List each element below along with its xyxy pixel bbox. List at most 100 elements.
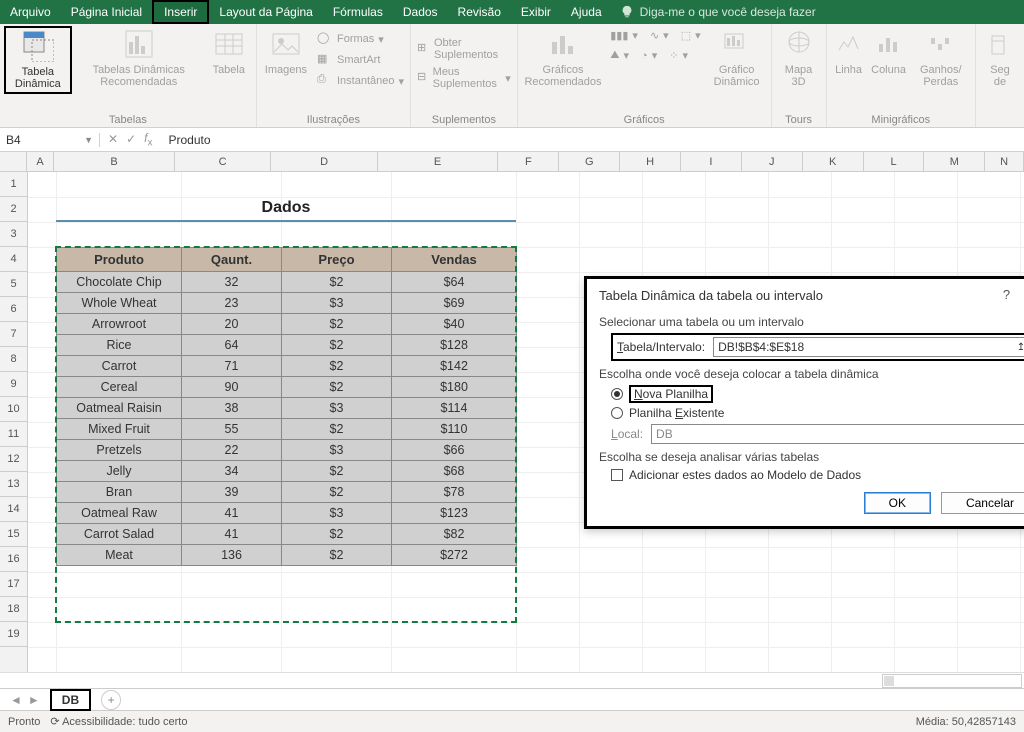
hierarchy-icon: ⬚ [681,29,691,42]
shapes-button[interactable]: ◯Formas ▾ [315,30,406,48]
get-addins-button[interactable]: ⊞Obter Suplementos [415,36,513,62]
images-button[interactable]: Imagens [261,26,311,78]
enter-check-icon[interactable]: ✓ [126,132,136,146]
add-to-model-checkbox[interactable]: Adicionar estes dados ao Modelo de Dados [611,468,1024,482]
menu-formulas[interactable]: Fórmulas [323,0,393,24]
chart-scatter-button[interactable]: ⁘▾ [667,48,690,63]
col-header-E[interactable]: E [378,152,499,171]
chart-map-button[interactable]: ⛰▾ [608,48,631,63]
col-header-F[interactable]: F [498,152,559,171]
tell-me[interactable]: Diga-me o que você deseja fazer [620,0,816,24]
col-header-K[interactable]: K [803,152,864,171]
menu-revisao[interactable]: Revisão [448,0,511,24]
range-input[interactable]: DB!$B$4:$E$18 ↥ [713,337,1024,357]
menu-pagina-inicial[interactable]: Página Inicial [61,0,152,24]
row-header-7[interactable]: 7 [0,322,27,347]
menu-dados[interactable]: Dados [393,0,448,24]
pivot-chart-button[interactable]: Gráfico Dinâmico [707,26,767,90]
pivot-table-dialog: Tabela Dinâmica da tabela ou intervalo ?… [584,276,1024,529]
row-header-11[interactable]: 11 [0,422,27,447]
row-header-19[interactable]: 19 [0,622,27,647]
collapse-local-icon[interactable]: ↥ [1020,427,1024,441]
row-header-8[interactable]: 8 [0,347,27,372]
chart-bar-button[interactable]: ▮▮▮▾ [608,28,640,43]
row-header-17[interactable]: 17 [0,572,27,597]
select-all-corner[interactable] [0,152,27,171]
recommended-charts-button[interactable]: Gráficos Recomendados [522,26,605,90]
recommended-pivot-button[interactable]: Tabelas Dinâmicas Recomendadas [76,26,202,90]
menu-inserir[interactable]: Inserir [152,0,209,24]
smartart-icon: ▦ [317,52,333,68]
col-header-A[interactable]: A [27,152,54,171]
col-header-J[interactable]: J [742,152,803,171]
row-header-18[interactable]: 18 [0,597,27,622]
my-addins-button[interactable]: ⊟Meus Suplementos ▾ [415,65,513,91]
prev-sheet-icon[interactable]: ◄ [10,693,22,707]
sparkline-line-button[interactable]: Linha [831,26,867,78]
map-3d-button[interactable]: Mapa 3D [776,26,822,90]
row-header-10[interactable]: 10 [0,397,27,422]
slicer-button[interactable]: Seg de [980,26,1020,90]
local-input[interactable]: DB ↥ [651,424,1024,444]
menu-arquivo[interactable]: Arquivo [0,0,61,24]
ribbon-group-suplementos-label: Suplementos [415,114,513,126]
row-header-4[interactable]: 4 [0,247,27,272]
menu-ajuda[interactable]: Ajuda [561,0,612,24]
add-sheet-button[interactable]: + [101,690,121,710]
menu-exibir[interactable]: Exibir [511,0,561,24]
col-header-N[interactable]: N [985,152,1024,171]
table-row: Whole Wheat23$3$69 [57,293,517,314]
recommended-pivot-label: Tabelas Dinâmicas Recomendadas [80,64,198,88]
ribbon-group-tours: Mapa 3D Tours [772,24,827,127]
chart-hier-button[interactable]: ⬚▾ [679,28,703,43]
formula-input[interactable]: Produto [160,133,1024,147]
row-header-9[interactable]: 9 [0,372,27,397]
row-header-12[interactable]: 12 [0,447,27,472]
col-header-C[interactable]: C [175,152,272,171]
col-header-G[interactable]: G [559,152,620,171]
ok-button[interactable]: OK [864,492,931,514]
table-button[interactable]: Tabela [206,26,252,78]
col-header-D[interactable]: D [271,152,377,171]
ribbon-group-tabelas: Tabela Dinâmica Tabelas Dinâmicas Recome… [0,24,257,127]
chart-pie-button[interactable]: ◔▾ [639,48,659,63]
collapse-range-icon[interactable]: ↥ [1014,340,1024,354]
sparkline-winloss-icon [925,28,957,60]
horizontal-scrollbar[interactable] [882,674,1022,688]
sparkline-winloss-button[interactable]: Ganhos/ Perdas [911,26,971,90]
menu-layout[interactable]: Layout da Página [209,0,322,24]
name-box[interactable]: B4▼ [0,133,100,147]
pivot-table-button[interactable]: Tabela Dinâmica [4,26,72,94]
sparkline-col-button[interactable]: Coluna [871,26,907,78]
row-header-13[interactable]: 13 [0,472,27,497]
row-header-14[interactable]: 14 [0,497,27,522]
col-header-B[interactable]: B [54,152,175,171]
chart-line-button[interactable]: ∿▾ [648,28,671,43]
sheet-tab-db[interactable]: DB [50,689,91,711]
next-sheet-icon[interactable]: ► [28,693,40,707]
col-header-M[interactable]: M [924,152,985,171]
fx-icon[interactable]: fx [144,131,152,148]
row-header-16[interactable]: 16 [0,547,27,572]
cancel-button[interactable]: Cancelar [941,492,1024,514]
row-header-15[interactable]: 15 [0,522,27,547]
radio-existing-sheet[interactable]: Planilha Existente [611,406,1024,420]
pivot-table-label: Tabela Dinâmica [10,66,66,90]
screenshot-button[interactable]: ⎙Instantâneo ▾ [315,72,406,90]
radio-new-sheet[interactable]: Nova Planilha [611,385,1024,403]
row-header-2[interactable]: 2 [0,197,27,222]
cancel-x-icon[interactable]: ✕ [108,132,118,146]
row-header-1[interactable]: 1 [0,172,27,197]
row-header-3[interactable]: 3 [0,222,27,247]
status-average: Média: 50,42857143 [916,716,1016,728]
row-header-5[interactable]: 5 [0,272,27,297]
help-icon[interactable]: ? [1003,287,1010,303]
sheet-tabs-row: ◄ ► DB + [0,688,1024,710]
smartart-button[interactable]: ▦SmartArt [315,51,406,69]
col-header-L[interactable]: L [864,152,925,171]
col-header-I[interactable]: I [681,152,742,171]
ribbon-group-ilustracoes-label: Ilustrações [261,114,406,126]
row-header-6[interactable]: 6 [0,297,27,322]
col-header-H[interactable]: H [620,152,681,171]
addins-icon: ⊟ [417,70,429,86]
